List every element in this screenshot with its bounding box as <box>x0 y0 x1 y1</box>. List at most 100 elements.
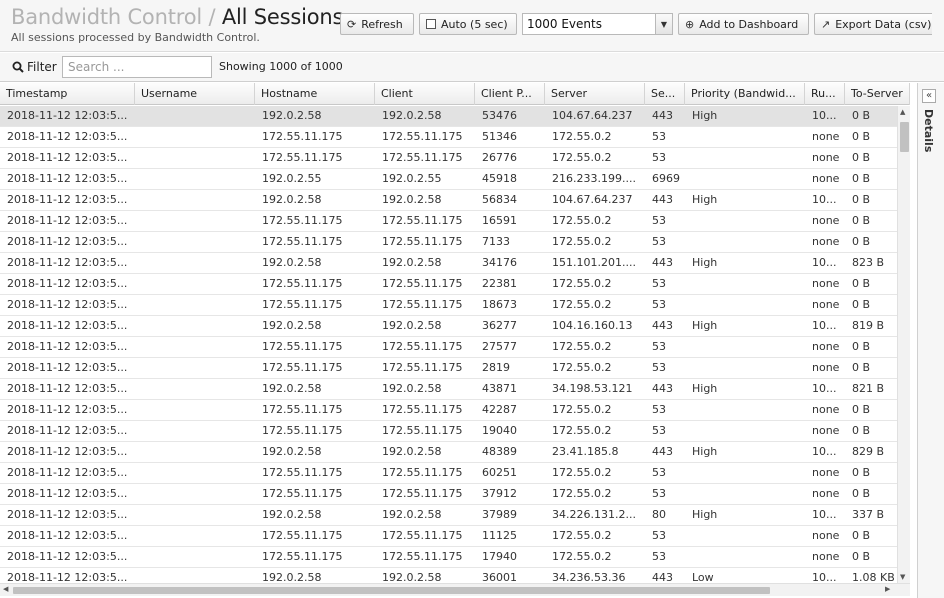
table-row[interactable]: 2018-11-12 12:03:5... 172.55.11.175 172.55… <box>0 421 897 442</box>
scroll-up-icon[interactable]: ▲ <box>900 108 905 116</box>
table-row[interactable]: 2018-11-12 12:03:5... 172.55.11.175 172.55… <box>0 484 897 505</box>
app-name: Bandwidth Control <box>11 5 202 29</box>
table-row[interactable]: 2018-11-12 12:03:5... 192.0.2.58 192.0.2.5… <box>0 568 897 583</box>
cell-client: 172.55.11.175 <box>382 340 463 353</box>
cell-hostname: 172.55.11.175 <box>262 277 343 290</box>
table-row[interactable]: 2018-11-12 12:03:5... 172.55.11.175 172.55… <box>0 148 897 169</box>
cell-rule: 10... <box>812 571 837 583</box>
cell-username <box>135 169 255 189</box>
events-select[interactable]: 1000 Events ▼ <box>522 13 673 35</box>
cell-rule: 10... <box>812 193 837 206</box>
cell-hostname: 192.0.2.58 <box>262 319 322 332</box>
cell-server: 104.16.160.13 <box>552 319 633 332</box>
column-header-username[interactable]: Username <box>135 83 255 105</box>
cell-timestamp: 2018-11-12 12:03:5... <box>7 571 128 583</box>
table-row[interactable]: 2018-11-12 12:03:5... 172.55.11.175 172.55… <box>0 232 897 253</box>
scroll-left-icon[interactable]: ◀ <box>3 585 8 593</box>
cell-client-port: 60251 <box>482 466 517 479</box>
table-row[interactable]: 2018-11-12 12:03:5... 172.55.11.175 172.55… <box>0 463 897 484</box>
column-header-client-port[interactable]: Client P... <box>475 83 545 105</box>
cell-username <box>135 547 255 567</box>
cell-server: 34.198.53.121 <box>552 382 633 395</box>
collapse-panel-icon[interactable]: « <box>922 89 936 103</box>
cell-timestamp: 2018-11-12 12:03:5... <box>7 382 128 395</box>
add-to-dashboard-button[interactable]: ⊕ Add to Dashboard <box>678 13 809 35</box>
cell-client-port: 45918 <box>482 172 517 185</box>
table-row[interactable]: 2018-11-12 12:03:5... 172.55.11.175 172.55… <box>0 295 897 316</box>
cell-priority <box>685 337 805 357</box>
column-header-hostname[interactable]: Hostname <box>255 83 375 105</box>
table-row[interactable]: 2018-11-12 12:03:5... 172.55.11.175 172.55… <box>0 127 897 148</box>
cell-client: 192.0.2.58 <box>382 109 442 122</box>
column-header-priority[interactable]: Priority (Bandwid... <box>685 83 805 105</box>
cell-priority <box>685 400 805 420</box>
scroll-down-icon[interactable]: ▼ <box>900 573 905 581</box>
cell-client-port: 26776 <box>482 151 517 164</box>
page-title: Bandwidth Control / All Sessions <box>11 4 343 30</box>
column-header-timestamp[interactable]: Timestamp <box>0 83 135 105</box>
cell-timestamp: 2018-11-12 12:03:5... <box>7 445 128 458</box>
table-row[interactable]: 2018-11-12 12:03:5... 192.0.2.55 192.0.2.5… <box>0 169 897 190</box>
cell-server-port: 53 <box>652 277 666 290</box>
cell-username <box>135 379 255 399</box>
table-row[interactable]: 2018-11-12 12:03:5... 172.55.11.175 172.55… <box>0 337 897 358</box>
cell-hostname: 172.55.11.175 <box>262 529 343 542</box>
refresh-button[interactable]: ⟳ Refresh <box>340 13 414 35</box>
table-row[interactable]: 2018-11-12 12:03:5... 172.55.11.175 172.55… <box>0 526 897 547</box>
scroll-right-icon[interactable]: ▶ <box>885 585 890 593</box>
refresh-label: Refresh <box>361 17 403 31</box>
table-row[interactable]: 2018-11-12 12:03:5... 172.55.11.175 172.55… <box>0 274 897 295</box>
column-header-client[interactable]: Client <box>375 83 475 105</box>
cell-server: 172.55.0.2 <box>552 466 612 479</box>
cell-client: 192.0.2.55 <box>382 172 442 185</box>
cell-server: 172.55.0.2 <box>552 130 612 143</box>
table-row[interactable]: 2018-11-12 12:03:5... 192.0.2.58 192.0.2.5… <box>0 190 897 211</box>
column-header-rule[interactable]: Ru... <box>805 83 845 105</box>
cell-hostname: 172.55.11.175 <box>262 130 343 143</box>
details-panel[interactable]: « Details <box>917 83 944 598</box>
filter-label-group: Filter <box>12 60 57 74</box>
cell-client-port: 51346 <box>482 130 517 143</box>
table-row[interactable]: 2018-11-12 12:03:5... 192.0.2.58 192.0.2.5… <box>0 106 897 127</box>
details-label[interactable]: Details <box>922 109 935 152</box>
horizontal-scrollbar[interactable]: ◀ ▶ <box>0 583 910 596</box>
cell-client: 172.55.11.175 <box>382 550 463 563</box>
cell-client-port: 7133 <box>482 235 510 248</box>
table-row[interactable]: 2018-11-12 12:03:5... 192.0.2.58 192.0.2.5… <box>0 253 897 274</box>
table-row[interactable]: 2018-11-12 12:03:5... 192.0.2.58 192.0.2.5… <box>0 379 897 400</box>
cell-priority: High <box>692 319 718 332</box>
cell-client: 172.55.11.175 <box>382 214 463 227</box>
cell-server-port: 53 <box>652 235 666 248</box>
cell-client: 192.0.2.58 <box>382 382 442 395</box>
cell-server-port: 53 <box>652 466 666 479</box>
cell-hostname: 172.55.11.175 <box>262 487 343 500</box>
sessions-grid: Timestamp Username Hostname Client Client P.… <box>0 83 910 583</box>
plus-icon: ⊕ <box>685 17 695 31</box>
cell-timestamp: 2018-11-12 12:03:5... <box>7 487 128 500</box>
cell-priority: High <box>692 508 718 521</box>
table-row[interactable]: 2018-11-12 12:03:5... 192.0.2.58 192.0.2.5… <box>0 442 897 463</box>
auto-refresh-checkbox[interactable]: Auto (5 sec) <box>419 13 517 35</box>
table-row[interactable]: 2018-11-12 12:03:5... 172.55.11.175 172.55… <box>0 358 897 379</box>
column-header-server-port[interactable]: Se... <box>645 83 685 105</box>
cell-server-port: 443 <box>652 319 673 332</box>
cell-rule: none <box>812 466 840 479</box>
cell-server: 172.55.0.2 <box>552 424 612 437</box>
cell-username <box>135 400 255 420</box>
column-header-server[interactable]: Server <box>545 83 645 105</box>
horizontal-scroll-thumb[interactable] <box>13 587 770 594</box>
table-row[interactable]: 2018-11-12 12:03:5... 172.55.11.175 172.55… <box>0 211 897 232</box>
export-data-button[interactable]: ↗ Export Data (csv) <box>814 13 932 35</box>
table-row[interactable]: 2018-11-12 12:03:5... 172.55.11.175 172.55… <box>0 400 897 421</box>
search-input[interactable] <box>62 56 212 78</box>
column-header-to-server[interactable]: To-Server <box>845 83 910 105</box>
table-row[interactable]: 2018-11-12 12:03:5... 192.0.2.58 192.0.2.5… <box>0 505 897 526</box>
cell-priority: High <box>692 382 718 395</box>
cell-client: 192.0.2.58 <box>382 256 442 269</box>
vertical-scroll-thumb[interactable] <box>900 122 909 152</box>
table-row[interactable]: 2018-11-12 12:03:5... 172.55.11.175 172.55… <box>0 547 897 568</box>
table-row[interactable]: 2018-11-12 12:03:5... 192.0.2.58 192.0.2.5… <box>0 316 897 337</box>
cell-rule: none <box>812 235 840 248</box>
cell-hostname: 172.55.11.175 <box>262 550 343 563</box>
vertical-scrollbar[interactable]: ▲ ▼ <box>897 106 910 583</box>
